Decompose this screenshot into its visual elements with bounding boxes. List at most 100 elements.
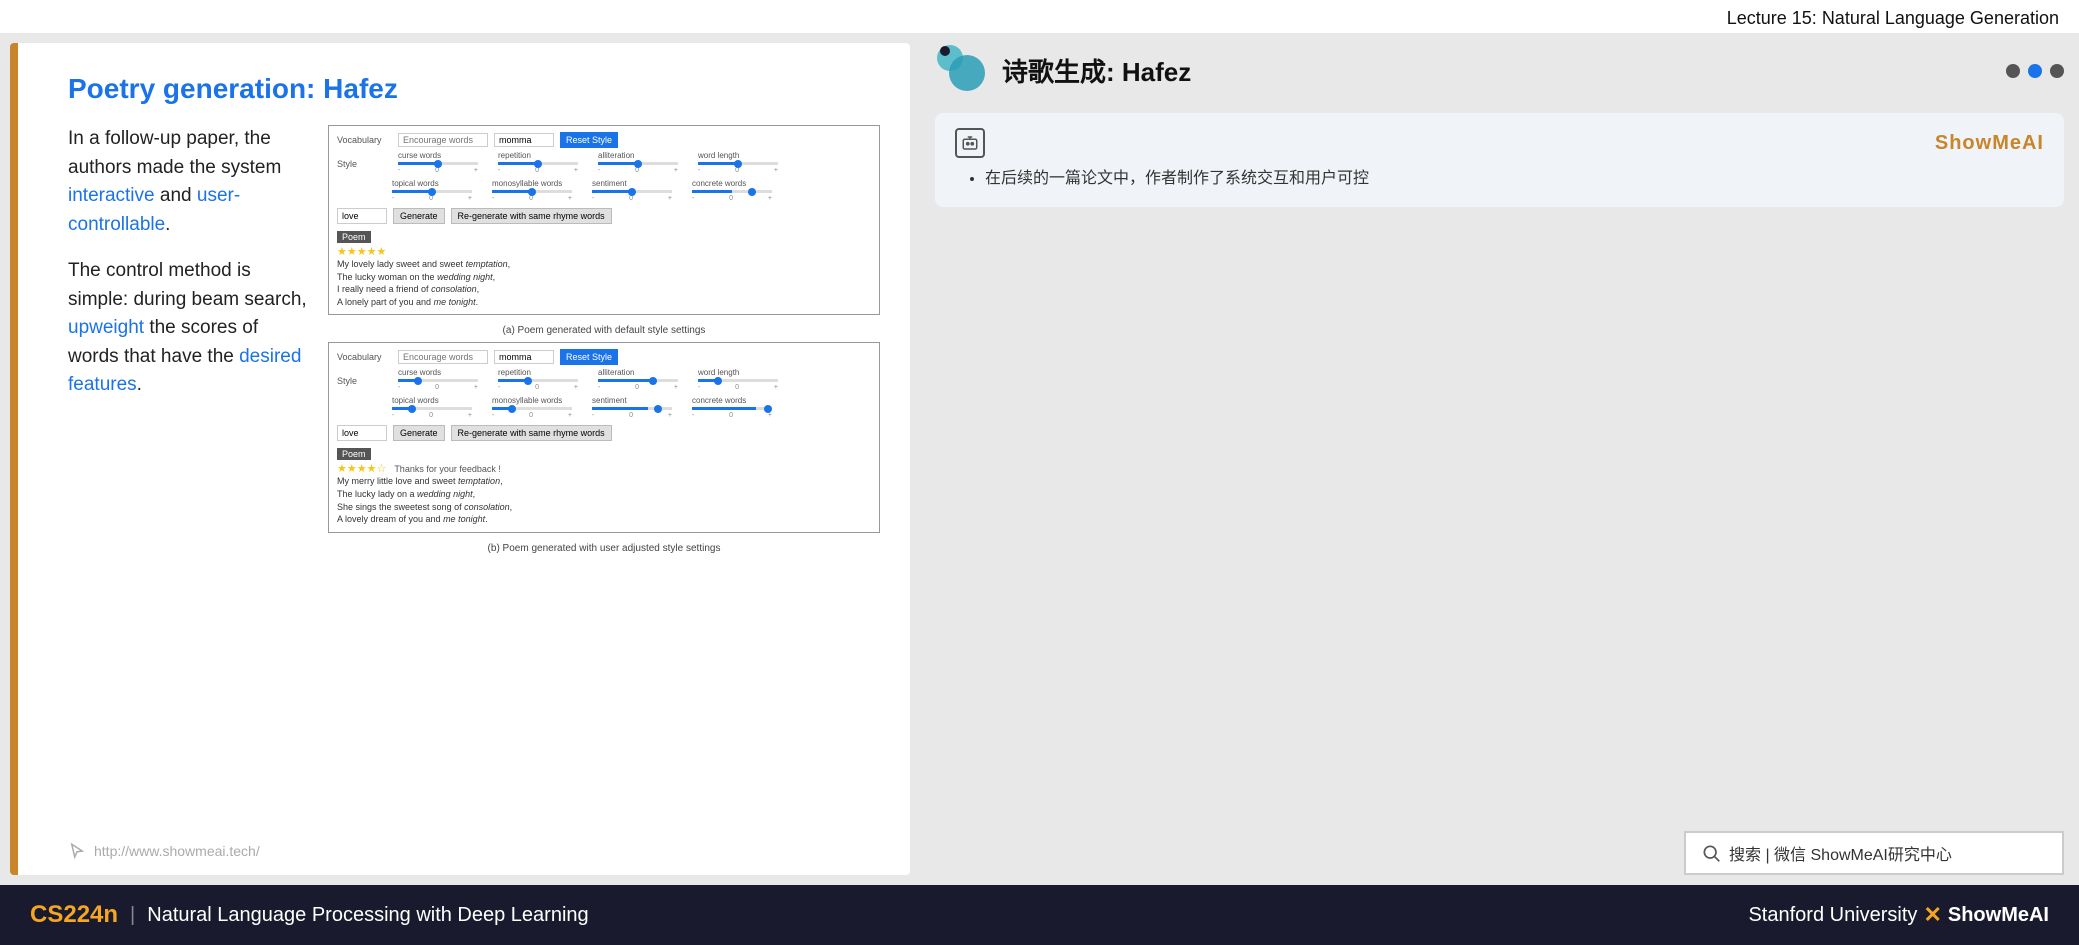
style-label-1: Style (337, 159, 392, 169)
poem-label-1: Poem (337, 231, 371, 243)
cursor-icon (68, 842, 86, 860)
university: Stanford University (1748, 904, 1917, 927)
slider-allit-2: alliteration -0+ (598, 368, 678, 391)
sliders-row2-2: topical words -0+ monosyllable words -0+ (392, 396, 871, 421)
style-row-1: Style curse words -0+ repetition (337, 151, 871, 176)
vocab-row-1: Vocabulary Reset Style (337, 132, 871, 148)
bottom-bar: CS224n | Natural Language Processing wit… (0, 885, 2079, 945)
showmeai-footer-brand: ShowMeAI (1948, 904, 2049, 927)
slider-sent-2: sentiment -0+ (592, 396, 672, 419)
slider-concrete-1: concrete words -0+ (692, 179, 772, 202)
vocab-row-2: Vocabulary Reset Style (337, 349, 871, 365)
encourage-input-2[interactable] (398, 350, 488, 364)
slider-sent-1: sentiment -0+ (592, 179, 672, 202)
slide-title: Poetry generation: Hafez (68, 73, 880, 105)
slider-word-1: word length -0+ (698, 151, 778, 174)
slider-topical-1: topical words -0+ (392, 179, 472, 202)
poem-caption-1: (a) Poem generated with default style se… (328, 325, 880, 336)
slider-word-2: word length -0+ (698, 368, 778, 391)
slider-rep-1: repetition -0+ (498, 151, 578, 174)
right-panel: 诗歌生成: Hafez (920, 33, 2079, 885)
generate-row-2: Generate Re-generate with same rhyme wor… (337, 425, 871, 441)
poem-label-2: Poem (337, 448, 371, 460)
course-code: CS224n (30, 901, 118, 929)
course-name: Natural Language Processing with Deep Le… (147, 904, 588, 927)
search-box[interactable]: 搜索 | 微信 ShowMeAI研究中心 (1684, 831, 2064, 875)
momma-value-1[interactable] (494, 133, 554, 147)
main-container: Lecture 15: Natural Language Generation … (0, 0, 2079, 945)
search-label: 搜索 | 微信 ShowMeAI研究中心 (1729, 841, 1952, 865)
generate-btn-1[interactable]: Generate (393, 208, 445, 224)
divider: | (130, 904, 135, 927)
word-input-1[interactable] (337, 208, 387, 224)
showmeai-brand: ShowMeAI (1935, 132, 2044, 155)
style-label-2: Style (337, 376, 392, 386)
bottom-right: Stanford University ✕ ShowMeAI (1748, 902, 2049, 928)
stars-2: ★★★★☆ (337, 462, 386, 475)
momma-value-2[interactable] (494, 350, 554, 364)
para2-start: The control method is simple: during bea… (68, 260, 307, 310)
dot-1[interactable] (2006, 64, 2020, 78)
style-row-2: Style curse words -0+ repetition (337, 368, 871, 393)
zh-title-left: 诗歌生成: Hafez (935, 43, 1191, 98)
slider-curse-1: curse words -0+ (398, 151, 478, 174)
regenerate-btn-2[interactable]: Re-generate with same rhyme words (451, 425, 612, 441)
search-bar: 搜索 | 微信 ShowMeAI研究中心 (935, 831, 2064, 875)
robot-icon (961, 134, 979, 152)
regenerate-btn-1[interactable]: Re-generate with same rhyme words (451, 208, 612, 224)
zh-title-area: 诗歌生成: Hafez (935, 43, 2064, 98)
slider-topical-2: topical words -0+ (392, 396, 472, 419)
encourage-input-1[interactable] (398, 133, 488, 147)
slide-body: In a follow-up paper, the authors made t… (68, 125, 880, 560)
showmeai-card: ShowMeAI 在后续的一篇论文中，作者制作了系统交互和用户可控 (935, 113, 2064, 207)
poem-text-1: My lovely lady sweet and sweet temptatio… (337, 258, 871, 308)
sliders-row2-1: topical words -0+ monosyllable words -0+ (392, 179, 871, 204)
slider-allit-1: alliteration -0+ (598, 151, 678, 174)
poem-interface: Vocabulary Reset Style Style curse words (328, 125, 880, 560)
slide-text: In a follow-up paper, the authors made t… (68, 125, 308, 560)
generate-btn-2[interactable]: Generate (393, 425, 445, 441)
sliders-row1-1: curse words -0+ repetition -0+ (398, 151, 778, 174)
bottom-left: CS224n | Natural Language Processing wit… (30, 901, 589, 929)
highlight-upweight: upweight (68, 317, 144, 338)
slide-panel: Poetry generation: Hafez In a follow-up … (10, 43, 910, 875)
vocab-label-2: Vocabulary (337, 352, 392, 362)
showmeai-content: 在后续的一篇论文中，作者制作了系统交互和用户可控 (955, 166, 2044, 192)
para2-end: . (137, 374, 142, 395)
lecture-title: Lecture 15: Natural Language Generation (1727, 8, 2059, 28)
slide-footer: http://www.showmeai.tech/ (68, 842, 260, 860)
slider-rep-2: repetition -0+ (498, 368, 578, 391)
content-area: Poetry generation: Hafez In a follow-up … (0, 33, 2079, 885)
poem-caption-2: (b) Poem generated with user adjusted st… (328, 543, 880, 554)
x-symbol: ✕ (1923, 902, 1941, 928)
feedback-2: Thanks for your feedback ! (394, 464, 501, 474)
vocab-label-1: Vocabulary (337, 135, 392, 145)
dot-3[interactable] (2050, 64, 2064, 78)
sliders2-2: topical words -0+ monosyllable words -0+ (392, 396, 772, 419)
stars-1: ★★★★★ (337, 245, 871, 258)
spacer (935, 222, 2064, 816)
sliders-row1-2: curse words -0+ repetition -0+ (398, 368, 778, 391)
para1-mid: and (155, 185, 197, 206)
ai-icon (955, 128, 985, 158)
para1-end: . (165, 214, 170, 235)
reset-btn-1[interactable]: Reset Style (560, 132, 618, 148)
zh-title: 诗歌生成: Hafez (1002, 52, 1191, 89)
highlight-interactive: interactive (68, 185, 155, 206)
reset-btn-2[interactable]: Reset Style (560, 349, 618, 365)
slider-mono-1: monosyllable words -0+ (492, 179, 572, 202)
footer-url: http://www.showmeai.tech/ (94, 843, 260, 859)
poem-box-2: Vocabulary Reset Style Style curse words (328, 342, 880, 532)
para1-start: In a follow-up paper, the authors made t… (68, 128, 281, 178)
slider-concrete-2: concrete words -0+ (692, 396, 772, 419)
word-input-2[interactable] (337, 425, 387, 441)
dot-2[interactable] (2028, 64, 2042, 78)
generate-row-1: Generate Re-generate with same rhyme wor… (337, 208, 871, 224)
poem-box-1: Vocabulary Reset Style Style curse words (328, 125, 880, 315)
dot-nav (2006, 64, 2064, 78)
top-bar: Lecture 15: Natural Language Generation (0, 0, 2079, 33)
slider-mono-2: monosyllable words -0+ (492, 396, 572, 419)
showmeai-header: ShowMeAI (955, 128, 2044, 158)
slider-curse-2: curse words -0+ (398, 368, 478, 391)
sliders2-1: topical words -0+ monosyllable words -0+ (392, 179, 772, 202)
